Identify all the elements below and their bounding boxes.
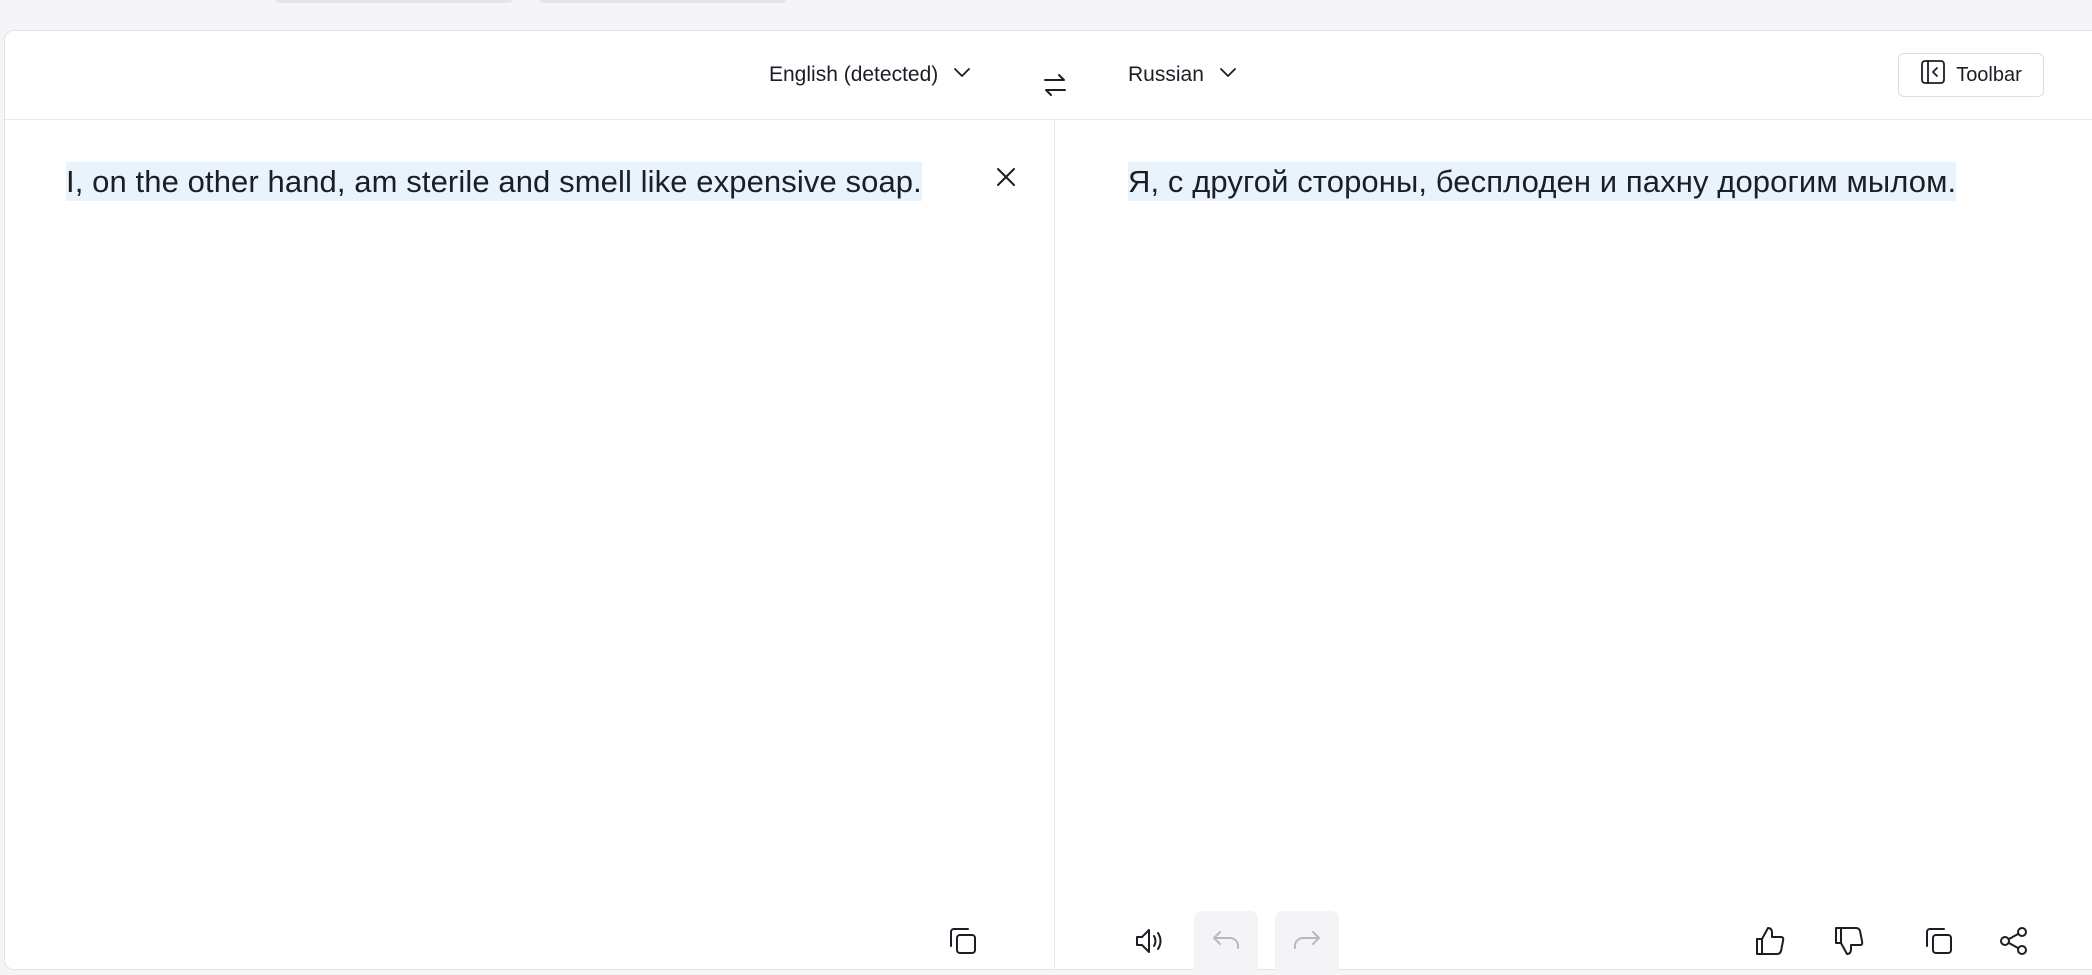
source-text-input[interactable]: I, on the other hand, am sterile and sme… <box>66 161 922 203</box>
thumbs-up-icon <box>1753 924 1787 963</box>
redo-button[interactable] <box>1275 911 1339 975</box>
language-bar: English (detected) Russian Toolbar <box>5 31 2092 120</box>
swap-languages-button[interactable] <box>1039 71 1071 103</box>
source-language-select[interactable]: English (detected) <box>769 55 972 95</box>
speaker-icon <box>1133 924 1167 963</box>
target-text-output: Я, с другой стороны, бесплоден и пахну д… <box>1128 161 1957 203</box>
thumbs-down-icon <box>1832 924 1866 963</box>
tab-ghost <box>276 0 512 3</box>
listen-button[interactable] <box>1118 911 1182 975</box>
pane-divider <box>1054 120 1055 970</box>
swap-arrows-icon <box>1041 71 1069 104</box>
redo-icon <box>1290 924 1324 963</box>
chevron-down-icon <box>952 62 972 88</box>
toolbar-label: Toolbar <box>1956 63 2022 86</box>
thumbs-up-button[interactable] <box>1738 911 1802 975</box>
undo-button[interactable] <box>1194 911 1258 975</box>
translator-card: English (detected) Russian Toolbar I, on… <box>4 30 2092 975</box>
source-text: I, on the other hand, am sterile and sme… <box>66 162 922 201</box>
chevron-down-icon <box>1218 62 1238 88</box>
target-language-select[interactable]: Russian <box>1128 55 1238 95</box>
thumbs-down-button[interactable] <box>1817 911 1881 975</box>
copy-translation-button[interactable] <box>1907 911 1971 975</box>
source-language-label: English (detected) <box>769 63 939 86</box>
copy-icon <box>946 924 980 963</box>
share-icon <box>1997 924 2031 963</box>
toolbar-button[interactable]: Toolbar <box>1898 53 2044 97</box>
close-icon <box>995 166 1017 193</box>
top-strip <box>0 0 2092 30</box>
undo-icon <box>1209 924 1243 963</box>
target-language-label: Russian <box>1128 63 1204 86</box>
copy-source-button[interactable] <box>931 911 995 975</box>
tab-ghost <box>540 0 786 3</box>
copy-icon <box>1922 924 1956 963</box>
share-button[interactable] <box>1982 911 2046 975</box>
sidebar-collapse-icon <box>1920 59 1946 91</box>
translated-text: Я, с другой стороны, бесплоден и пахну д… <box>1128 162 1957 201</box>
clear-source-button[interactable] <box>988 161 1024 197</box>
